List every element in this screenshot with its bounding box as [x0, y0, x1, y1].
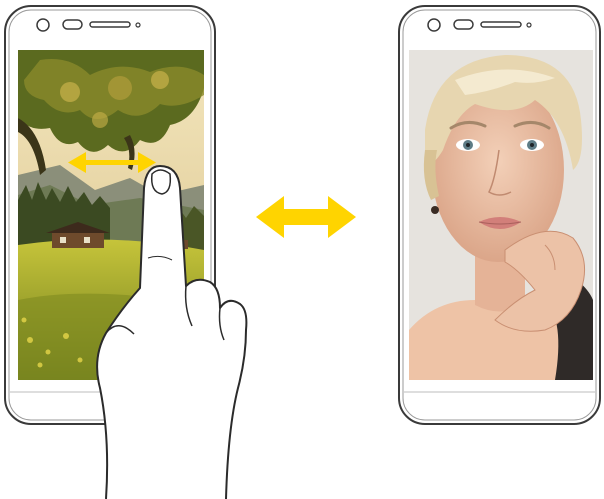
phone-right	[395, 0, 604, 430]
phone-right-body	[398, 5, 601, 425]
pointing-hand-icon	[96, 165, 248, 499]
swap-arrow-icon	[256, 196, 356, 238]
portrait-screen-image	[409, 50, 593, 380]
